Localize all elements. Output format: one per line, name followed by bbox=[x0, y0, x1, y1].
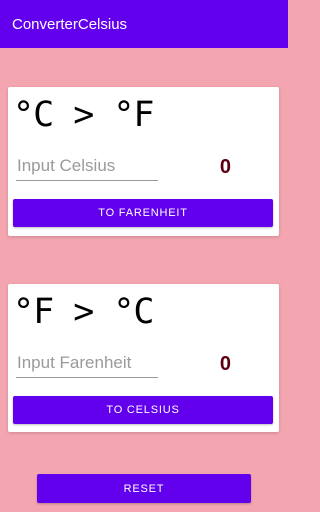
reset-button[interactable]: RESET bbox=[37, 474, 251, 503]
to-celsius-button[interactable]: TO CELSIUS bbox=[13, 396, 273, 424]
celsius-result: 0 bbox=[219, 353, 231, 375]
to-fahrenheit-button[interactable]: TO FARENHEIT bbox=[13, 199, 273, 227]
fahrenheit-to-celsius-card: °F > °C 0 TO CELSIUS bbox=[8, 284, 279, 432]
celsius-input[interactable] bbox=[16, 151, 158, 181]
fahrenheit-card-title: °F > °C bbox=[13, 292, 155, 332]
celsius-to-fahrenheit-card: °C > °F 0 TO FARENHEIT bbox=[8, 87, 279, 236]
app-title: ConverterCelsius bbox=[12, 16, 128, 33]
fahrenheit-result: 0 bbox=[219, 156, 231, 178]
celsius-card-title: °C > °F bbox=[13, 95, 155, 135]
fahrenheit-input[interactable] bbox=[16, 348, 158, 378]
app-bar: ConverterCelsius bbox=[0, 0, 288, 48]
